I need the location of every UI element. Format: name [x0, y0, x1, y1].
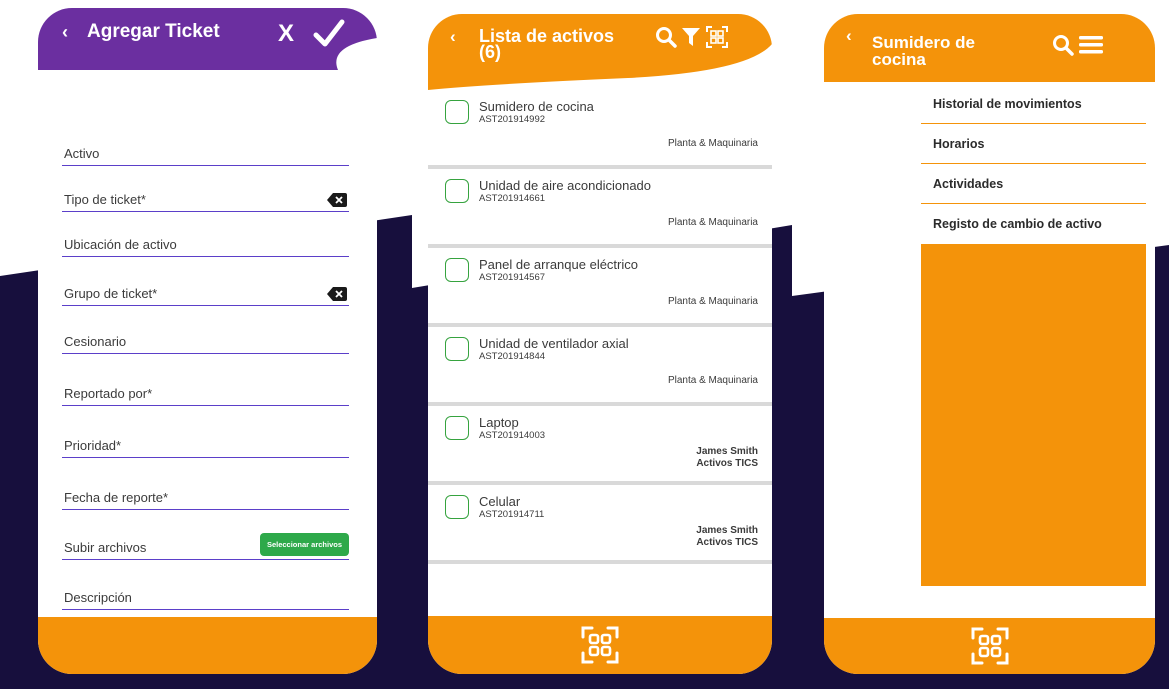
- checkbox[interactable]: [445, 100, 469, 124]
- phone-frame: ‹ Agregar Ticket X Activo Tipo de ticket*…: [38, 8, 377, 674]
- chevron-left-icon[interactable]: ‹: [62, 22, 68, 43]
- asset-category: Planta & Maquinaria: [667, 217, 758, 228]
- menu-item[interactable]: Actividades: [921, 164, 1146, 204]
- asset-code: AST201914567: [479, 272, 546, 283]
- screen-add-ticket: ‹ Agregar Ticket X Activo Tipo de ticket*…: [0, 0, 412, 689]
- qr-scan-icon[interactable]: [971, 627, 1009, 665]
- form-field[interactable]: Tipo de ticket*: [62, 188, 349, 212]
- form-field[interactable]: Ubicación de activo: [62, 233, 349, 257]
- search-icon[interactable]: [1052, 34, 1074, 56]
- asset-count: (6): [479, 42, 501, 62]
- asset-owner: James Smith: [696, 525, 758, 536]
- asset-owner: James Smith: [696, 446, 758, 457]
- list-item[interactable]: Sumidero de cocina AST201914992 Planta & M…: [428, 90, 772, 169]
- form-field[interactable]: Fecha de reporte*: [62, 486, 349, 510]
- checkbox[interactable]: [445, 179, 469, 203]
- menu-item[interactable]: Historial de movimientos: [921, 84, 1146, 124]
- field-label: Tipo de ticket*: [64, 192, 146, 207]
- footer-bar: [824, 618, 1155, 674]
- list-item[interactable]: Unidad de aire acondicionado AST201914661…: [428, 169, 772, 248]
- menu-item[interactable]: Registo de cambio de activo: [921, 204, 1146, 244]
- form-field[interactable]: Prioridad*: [62, 434, 349, 458]
- asset-category: Planta & Maquinaria: [667, 138, 758, 149]
- asset-list: Sumidero de cocina AST201914992 Planta & M…: [428, 90, 772, 564]
- list-item[interactable]: Laptop AST201914003 James Smith Activos TIC…: [428, 406, 772, 485]
- search-icon[interactable]: [655, 26, 677, 48]
- list-item[interactable]: Unidad de ventilador axial AST201914844 Pl…: [428, 327, 772, 406]
- page-title: Lista de activos (6): [479, 27, 614, 62]
- chevron-left-icon[interactable]: ‹: [450, 27, 456, 47]
- asset-code: AST201914844: [479, 351, 546, 362]
- footer-bar: [38, 617, 377, 674]
- checkmark-icon[interactable]: [312, 18, 346, 50]
- asset-code: AST201914711: [479, 509, 545, 520]
- title-line-2: cocina: [872, 50, 926, 69]
- footer-bar: [428, 616, 772, 674]
- hamburger-menu-icon[interactable]: [1079, 36, 1103, 54]
- asset-name: Laptop: [479, 415, 519, 430]
- qr-scan-icon[interactable]: [581, 626, 619, 664]
- form-field[interactable]: Descripción: [62, 586, 349, 610]
- page-title: Agregar Ticket: [87, 21, 220, 42]
- asset-code: AST201914661: [479, 193, 546, 204]
- field-label: Descripción: [64, 590, 132, 605]
- form-field[interactable]: Cesionario: [62, 330, 349, 354]
- asset-code: AST201914003: [479, 430, 546, 441]
- checkbox[interactable]: [445, 258, 469, 282]
- select-files-button[interactable]: Seleccionar archivos: [259, 533, 349, 556]
- qr-scan-icon[interactable]: [706, 26, 728, 48]
- asset-owner-block: James Smith Activos TICS: [696, 446, 758, 470]
- asset-name: Panel de arranque eléctrico: [479, 257, 638, 272]
- menu-list: Historial de movimientos Horarios Activida…: [921, 84, 1146, 244]
- asset-name: Celular: [479, 494, 521, 509]
- field-label: Activo: [64, 146, 100, 161]
- asset-category: Activos TICS: [696, 458, 758, 469]
- field-label: Reportado por*: [64, 386, 153, 401]
- clear-icon[interactable]: [327, 193, 347, 207]
- asset-category: Activos TICS: [696, 537, 758, 548]
- header: ‹ Agregar Ticket X: [38, 8, 377, 70]
- asset-category: Planta & Maquinaria: [667, 296, 758, 307]
- list-item[interactable]: Panel de arranque eléctrico AST201914567 P…: [428, 248, 772, 327]
- checkbox[interactable]: [445, 416, 469, 440]
- clear-icon[interactable]: [327, 287, 347, 301]
- list-item[interactable]: Celular AST201914711 James Smith Activos TI…: [428, 485, 772, 564]
- field-label: Fecha de reporte*: [64, 490, 169, 505]
- chevron-left-icon[interactable]: ‹: [846, 26, 852, 46]
- screen-asset-detail: ‹ Sumidero de cocina Historial de movimi…: [792, 0, 1169, 689]
- checkbox[interactable]: [445, 495, 469, 519]
- field-label: Cesionario: [64, 334, 127, 349]
- asset-code: AST201914992: [479, 114, 546, 125]
- form-field[interactable]: Grupo de ticket*: [62, 282, 349, 306]
- checkbox[interactable]: [445, 337, 469, 361]
- header: ‹ Sumidero de cocina: [824, 14, 1155, 82]
- phone-frame: ‹ Lista de activos (6) Sumidero de cocin…: [428, 14, 772, 674]
- form-field[interactable]: Reportado por*: [62, 382, 349, 406]
- page-title: Sumidero de cocina: [872, 34, 975, 68]
- side-menu: Historial de movimientos Horarios Activida…: [921, 84, 1146, 586]
- cancel-button[interactable]: X: [278, 20, 294, 48]
- form-field[interactable]: Activo: [62, 142, 349, 166]
- asset-category: Planta & Maquinaria: [667, 375, 758, 386]
- asset-name: Unidad de aire acondicionado: [479, 178, 652, 193]
- filter-icon[interactable]: [681, 27, 701, 47]
- form-field[interactable]: Subir archivos Seleccionar archivos: [62, 533, 349, 560]
- menu-item[interactable]: Horarios: [921, 124, 1146, 164]
- phone-frame: ‹ Sumidero de cocina Historial de movimi…: [824, 14, 1155, 674]
- field-label: Prioridad*: [64, 438, 122, 453]
- field-label: Grupo de ticket*: [64, 286, 158, 301]
- screen-asset-list: ‹ Lista de activos (6) Sumidero de cocin…: [412, 0, 792, 689]
- asset-owner-block: James Smith Activos TICS: [696, 525, 758, 549]
- field-label: Subir archivos: [64, 540, 147, 555]
- field-label: Ubicación de activo: [64, 237, 177, 252]
- header: ‹ Lista de activos (6): [428, 14, 772, 90]
- asset-name: Sumidero de cocina: [479, 99, 594, 114]
- asset-name: Unidad de ventilador axial: [479, 336, 629, 351]
